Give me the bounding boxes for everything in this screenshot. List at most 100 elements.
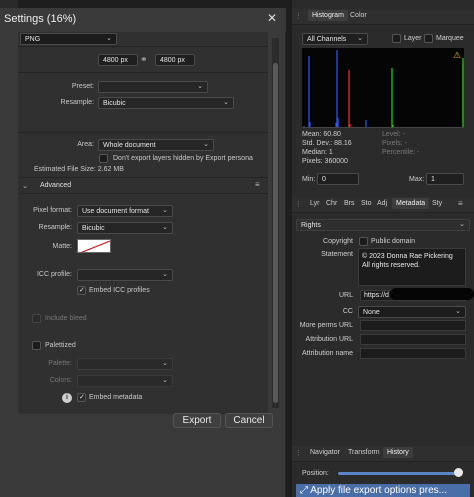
- histogram-tabbar: ⋮ Histogram Color: [292, 9, 474, 25]
- divider: [18, 193, 268, 194]
- checkmark-icon: ✓: [79, 287, 85, 294]
- tab-adjustments[interactable]: Adj: [377, 200, 387, 207]
- cancel-button[interactable]: Cancel: [225, 413, 273, 428]
- chevron-down-icon: ⌄: [197, 83, 203, 90]
- panel-grip-icon[interactable]: ⋮: [295, 200, 302, 208]
- min-input[interactable]: 0: [317, 173, 359, 185]
- tab-transform[interactable]: Transform: [348, 449, 380, 456]
- tab-layers[interactable]: Lyr: [310, 200, 319, 207]
- chevron-down-icon: ⌄: [459, 221, 465, 228]
- position-slider-handle[interactable]: [454, 468, 463, 477]
- chevron-down-icon: ⌄: [106, 35, 112, 42]
- right-panels: ⋮ Histogram Color All Channels ⌄ Layer M…: [292, 0, 474, 497]
- scrollbar-thumb[interactable]: [273, 63, 278, 403]
- more-perms-url-field[interactable]: [360, 320, 466, 331]
- menu-icon[interactable]: ≡: [458, 199, 463, 208]
- advanced-section-title[interactable]: Advanced: [40, 182, 71, 189]
- max-label: Max:: [409, 176, 425, 183]
- embed-metadata-checkbox[interactable]: ✓: [77, 393, 86, 402]
- close-icon[interactable]: ✕: [267, 11, 277, 25]
- stat-median: Median: 1: [302, 149, 333, 156]
- palettized-label: Palettized: [45, 342, 76, 349]
- tab-character[interactable]: Chr: [326, 200, 337, 207]
- more-perms-url-label: More perms URL: [299, 322, 353, 329]
- info-icon[interactable]: i: [62, 393, 72, 403]
- menu-icon[interactable]: ≡: [255, 180, 260, 189]
- attribution-name-label: Attribution name: [302, 350, 353, 357]
- layer-checkbox[interactable]: [392, 34, 401, 43]
- link-icon[interactable]: ⚭: [140, 54, 148, 65]
- embed-icc-label: Embed ICC profiles: [89, 287, 150, 294]
- colors-dropdown[interactable]: ⌄: [77, 375, 173, 387]
- metadata-category-dropdown[interactable]: Rights ⌄: [296, 219, 470, 231]
- history-list-item[interactable]: ⤢ Apply file export options pres...: [296, 484, 470, 497]
- tab-navigator[interactable]: Navigator: [310, 449, 340, 456]
- matte-label: Matte:: [52, 243, 72, 250]
- url-value: https://d: [364, 292, 389, 299]
- tab-brushes[interactable]: Brs: [344, 200, 355, 207]
- histogram-graph: [302, 48, 464, 128]
- attribution-url-field[interactable]: [360, 334, 466, 345]
- preset-label: Preset:: [71, 83, 94, 90]
- dialog-body: PNG ⌄ Size: 4800 px ⚭ 4800 px Preset: ⌄ …: [18, 32, 268, 414]
- tab-styles[interactable]: Sty: [432, 200, 442, 207]
- chevron-down-icon: ⌄: [223, 99, 229, 106]
- dont-export-hidden-checkbox[interactable]: [99, 154, 108, 163]
- statement-field[interactable]: © 2023 Donna Rae Pickering All rights re…: [358, 248, 466, 286]
- chevron-down-icon: ⌄: [357, 35, 363, 42]
- position-slider-track[interactable]: [338, 472, 456, 475]
- cc-label: CC: [342, 308, 353, 315]
- palettized-checkbox[interactable]: [32, 341, 41, 350]
- embed-icc-checkbox[interactable]: ✓: [77, 286, 86, 295]
- cc-dropdown[interactable]: None ⌄: [358, 306, 466, 318]
- resample-dropdown[interactable]: Bicubic ⌄: [98, 97, 234, 109]
- chevron-down-icon: ⌄: [162, 224, 168, 231]
- stat-percentile: Percentile: -: [382, 149, 420, 156]
- marquee-checkbox[interactable]: [424, 34, 433, 43]
- export-button[interactable]: Export: [173, 413, 221, 428]
- checkmark-icon: ✓: [79, 394, 85, 401]
- chevron-down-icon: ⌄: [162, 360, 168, 367]
- adv-resample-dropdown[interactable]: Bicubic ⌄: [77, 222, 173, 234]
- pixel-format-value: Use document format: [82, 208, 149, 215]
- pixel-format-dropdown[interactable]: Use document format ⌄: [77, 205, 173, 217]
- width-input[interactable]: 4800 px: [98, 54, 138, 66]
- resample-value: Bicubic: [103, 100, 126, 107]
- tab-metadata[interactable]: Metadata: [392, 198, 430, 209]
- icc-profile-dropdown[interactable]: ⌄: [77, 269, 173, 281]
- export-settings-dialog: Settings (16%) ✕ PNG ⌄ Size: 4800 px ⚭ 4…: [0, 8, 286, 497]
- max-input[interactable]: 1: [426, 173, 464, 185]
- format-dropdown[interactable]: PNG ⌄: [20, 33, 117, 45]
- no-color-slash-icon: [80, 240, 110, 252]
- include-bleed-checkbox[interactable]: [32, 314, 41, 323]
- panel-grip-icon[interactable]: ⋮: [295, 449, 302, 457]
- matte-swatch[interactable]: [77, 239, 111, 253]
- stat-pixels: Pixels: 360000: [302, 158, 348, 165]
- divider: [18, 72, 268, 73]
- copyright-label: Copyright: [323, 238, 353, 245]
- collapse-chevron-icon[interactable]: ⌄: [22, 182, 28, 190]
- preset-dropdown[interactable]: ⌄: [98, 81, 208, 93]
- channel-dropdown[interactable]: All Channels ⌄: [302, 33, 368, 45]
- chevron-down-icon: ⌄: [203, 141, 209, 148]
- palette-dropdown[interactable]: ⌄: [77, 358, 173, 370]
- tab-history[interactable]: History: [383, 447, 413, 458]
- divider: [18, 46, 268, 47]
- warning-icon[interactable]: ⚠: [453, 50, 461, 61]
- tab-color[interactable]: Color: [350, 12, 367, 19]
- chevron-down-icon: ⌄: [162, 271, 168, 278]
- tab-histogram[interactable]: Histogram: [308, 10, 348, 21]
- tab-stock[interactable]: Sto: [361, 200, 372, 207]
- attribution-name-field[interactable]: [360, 348, 466, 359]
- redaction-mark: [390, 288, 474, 300]
- embed-metadata-label: Embed metadata: [89, 394, 143, 401]
- panel-grip-icon[interactable]: ⋮: [295, 12, 302, 20]
- palette-label: Palette:: [48, 360, 72, 367]
- divider: [18, 132, 268, 133]
- pixel-format-label: Pixel format:: [33, 207, 72, 214]
- history-item-label: Apply file export options pres...: [310, 485, 447, 496]
- stat-mean: Mean: 60.80: [302, 131, 341, 138]
- area-dropdown[interactable]: Whole document ⌄: [98, 139, 214, 151]
- public-domain-checkbox[interactable]: [359, 237, 368, 246]
- height-input[interactable]: 4800 px: [155, 54, 195, 66]
